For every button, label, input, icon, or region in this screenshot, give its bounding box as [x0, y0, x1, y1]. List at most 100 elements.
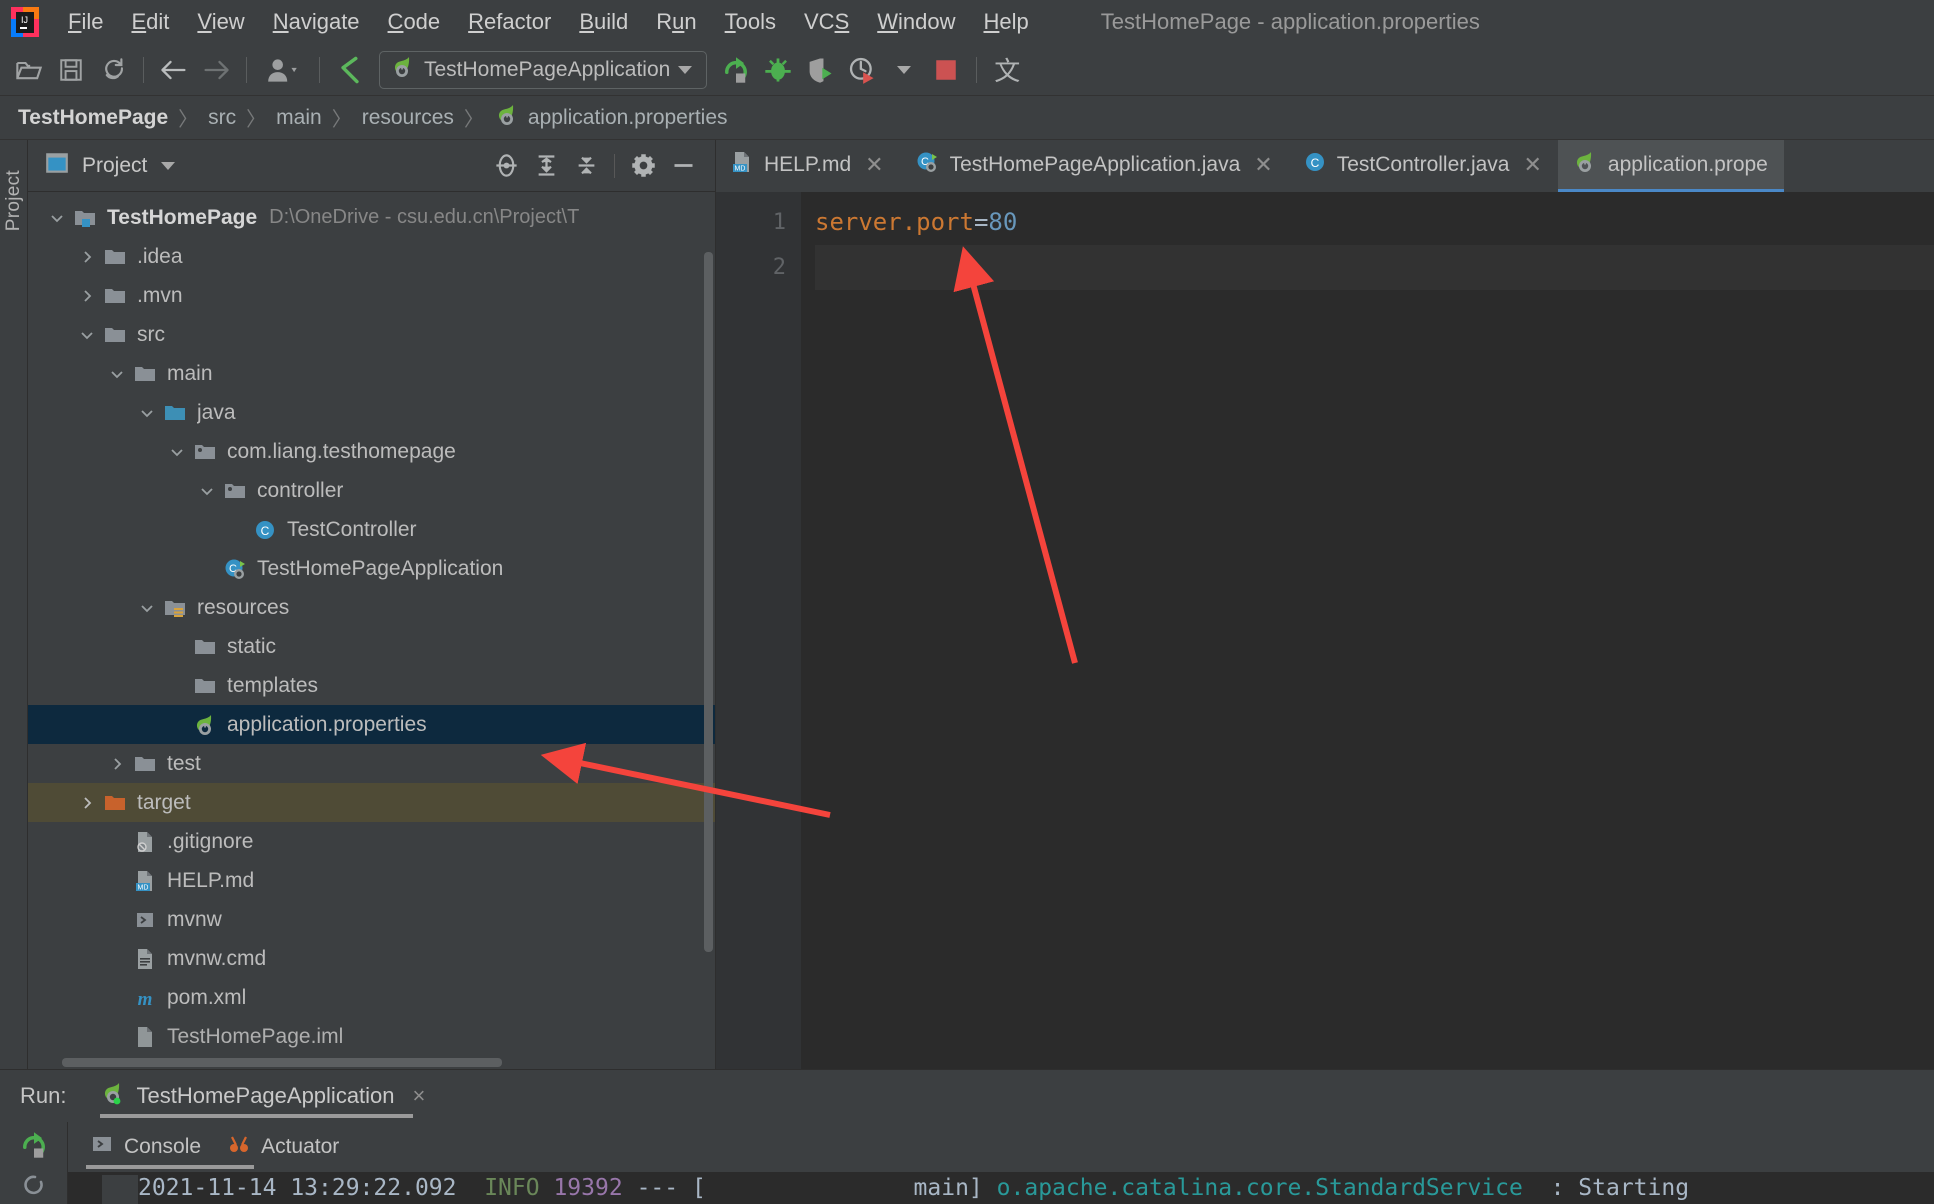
- tree-row-help-md[interactable]: MD HELP.md: [28, 861, 715, 900]
- tree-label-target: target: [137, 790, 191, 814]
- close-icon[interactable]: ✕: [1254, 152, 1272, 178]
- rerun-icon[interactable]: [19, 1130, 49, 1165]
- menu-item-view[interactable]: View: [183, 5, 258, 39]
- tree-row-controller[interactable]: controller: [28, 471, 715, 510]
- menu-item-window[interactable]: Window: [863, 5, 969, 39]
- tree-row-resources[interactable]: resources: [28, 588, 715, 627]
- actuator-icon: [227, 1132, 251, 1162]
- editor-tab-application-properties[interactable]: application.prope: [1557, 140, 1784, 192]
- debug-icon[interactable]: [757, 49, 799, 91]
- tree-row-gitignore[interactable]: .gitignore: [28, 822, 715, 861]
- menu-item-file[interactable]: File: [54, 5, 117, 39]
- menu-item-build[interactable]: Build: [565, 5, 642, 39]
- close-icon[interactable]: ×: [413, 1083, 426, 1109]
- tree-row-pom-xml[interactable]: m pom.xml: [28, 978, 715, 1017]
- menu-item-refactor[interactable]: Refactor: [454, 5, 565, 39]
- breadcrumb-item-application-properties[interactable]: application.properties: [528, 106, 736, 130]
- tree-row-testhomepageapplication[interactable]: C TestHomePageApplication: [28, 549, 715, 588]
- tree-row-src[interactable]: src: [28, 315, 715, 354]
- run-session-tab[interactable]: TestHomePageApplication ×: [100, 1070, 435, 1122]
- menu-item-tools[interactable]: Tools: [711, 5, 790, 39]
- main-content-area: Project Project TestHomePage D:\OneDrive…: [0, 140, 1934, 1069]
- forward-arrow-icon[interactable]: [195, 49, 237, 91]
- spring-boot-icon: [390, 54, 416, 86]
- chevron-down-icon[interactable]: [134, 600, 160, 616]
- run-icon[interactable]: [715, 49, 757, 91]
- tree-row-target[interactable]: target: [28, 783, 715, 822]
- run-configuration-selector[interactable]: TestHomePageApplication: [379, 50, 708, 89]
- build-hammer-icon[interactable]: [329, 49, 371, 91]
- user-profile-icon[interactable]: [256, 49, 310, 91]
- menu-item-edit[interactable]: Edit: [117, 5, 183, 39]
- expand-all-icon[interactable]: [526, 146, 566, 186]
- tree-row-testhomepage[interactable]: TestHomePage D:\OneDrive - csu.edu.cn\Pr…: [28, 198, 715, 237]
- chevron-down-icon[interactable]: [134, 405, 160, 421]
- chevron-right-icon[interactable]: [104, 756, 130, 772]
- stop-icon[interactable]: [925, 49, 967, 91]
- tree-row-testcontroller[interactable]: C TestController: [28, 510, 715, 549]
- breadcrumb-item-main[interactable]: main: [268, 106, 330, 130]
- breadcrumb-item-resources[interactable]: resources: [354, 106, 462, 130]
- tree-row-application-properties[interactable]: application.properties: [28, 705, 715, 744]
- tree-row-static[interactable]: static: [28, 627, 715, 666]
- editor-code-area[interactable]: server.port=80: [801, 192, 1934, 1069]
- chevron-down-icon[interactable]: [883, 49, 925, 91]
- gear-settings-icon[interactable]: [623, 146, 663, 186]
- save-all-icon[interactable]: [50, 49, 92, 91]
- hide-minimize-icon[interactable]: [663, 146, 703, 186]
- project-tree-vertical-scrollbar[interactable]: [704, 252, 713, 952]
- menu-item-vcs[interactable]: VCS: [790, 5, 863, 39]
- chevron-down-icon[interactable]: [164, 444, 190, 460]
- run-console-content: Console Actuator 2021-11-14 13:29:22.092…: [68, 1122, 1934, 1204]
- run-panel-lower: Console Actuator 2021-11-14 13:29:22.092…: [0, 1122, 1934, 1204]
- tree-row-mvnw[interactable]: mvnw: [28, 900, 715, 939]
- sync-refresh-icon[interactable]: [92, 49, 134, 91]
- tree-row-mvnw-cmd[interactable]: mvnw.cmd: [28, 939, 715, 978]
- console-output[interactable]: 2021-11-14 13:29:22.092 INFO 19392 --- […: [68, 1172, 1934, 1204]
- collapse-all-icon[interactable]: [566, 146, 606, 186]
- tree-row-package-comliangtesthomepage[interactable]: com.liang.testhomepage: [28, 432, 715, 471]
- project-tree[interactable]: TestHomePage D:\OneDrive - csu.edu.cn\Pr…: [28, 192, 715, 1069]
- chevron-down-icon[interactable]: [104, 366, 130, 382]
- tree-row-main[interactable]: main: [28, 354, 715, 393]
- tree-row-idea[interactable]: .idea: [28, 237, 715, 276]
- chevron-down-icon[interactable]: [74, 327, 100, 343]
- editor-body[interactable]: 1 2 server.port=80: [716, 192, 1934, 1069]
- chevron-down-icon[interactable]: [194, 483, 220, 499]
- folder-icon: [130, 362, 160, 386]
- menu-item-code[interactable]: Code: [374, 5, 455, 39]
- open-folder-icon[interactable]: [8, 49, 50, 91]
- breadcrumb-item-project[interactable]: TestHomePage: [10, 106, 176, 130]
- translate-icon[interactable]: 文: [986, 49, 1028, 91]
- chevron-right-icon[interactable]: [74, 288, 100, 304]
- menu-item-run[interactable]: Run: [642, 5, 710, 39]
- tree-row-templates[interactable]: templates: [28, 666, 715, 705]
- breadcrumb-item-src[interactable]: src: [200, 106, 244, 130]
- stop-process-icon[interactable]: [21, 1173, 47, 1204]
- menu-item-navigate[interactable]: Navigate: [259, 5, 374, 39]
- close-icon[interactable]: ✕: [865, 152, 883, 178]
- locate-target-icon[interactable]: [486, 146, 526, 186]
- tree-row-test[interactable]: test: [28, 744, 715, 783]
- run-with-coverage-icon[interactable]: [799, 49, 841, 91]
- module-root-icon: [70, 206, 100, 230]
- chevron-right-icon[interactable]: [74, 249, 100, 265]
- tree-row-iml[interactable]: TestHomePage.iml: [28, 1017, 715, 1056]
- tree-row-java[interactable]: java: [28, 393, 715, 432]
- editor-tab-help-md[interactable]: MD HELP.md ✕: [716, 140, 900, 192]
- close-icon[interactable]: ✕: [1523, 152, 1541, 178]
- chevron-right-icon[interactable]: [74, 795, 100, 811]
- tool-window-stripe-project[interactable]: Project: [3, 170, 25, 231]
- editor-tab-testhomepageapplication-java[interactable]: C TestHomePageApplication.java ✕: [900, 140, 1289, 192]
- project-tree-horizontal-scrollbar[interactable]: [62, 1058, 502, 1067]
- back-arrow-icon[interactable]: [153, 49, 195, 91]
- chevron-down-icon[interactable]: [161, 161, 176, 170]
- run-configuration-label: TestHomePageApplication: [424, 57, 671, 81]
- menu-item-help[interactable]: Help: [970, 5, 1043, 39]
- profiler-icon[interactable]: [841, 49, 883, 91]
- console-colon: :: [1550, 1175, 1565, 1201]
- chevron-down-icon[interactable]: [44, 210, 70, 226]
- menu-run-rest: n: [684, 9, 697, 34]
- editor-tab-testcontroller-java[interactable]: C TestController.java ✕: [1289, 140, 1558, 192]
- tree-row-mvn[interactable]: .mvn: [28, 276, 715, 315]
